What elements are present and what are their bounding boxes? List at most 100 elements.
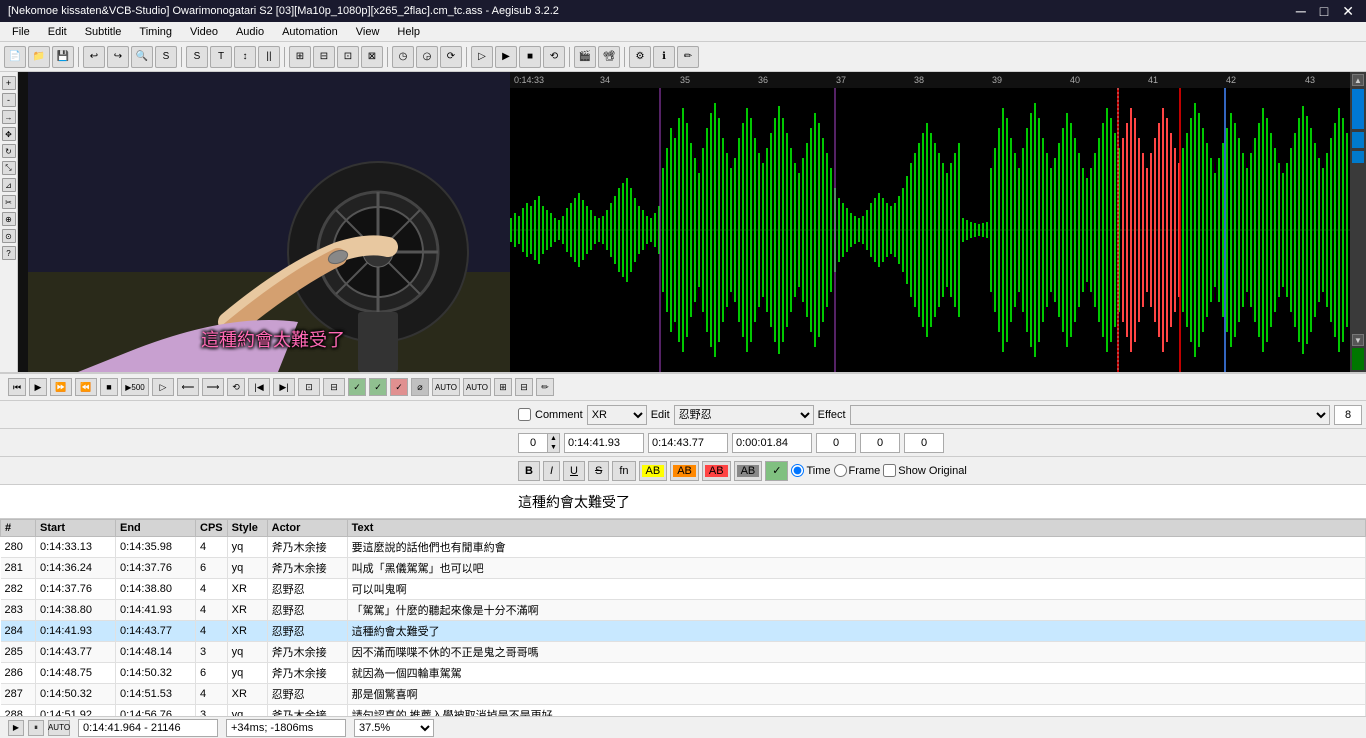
transport-seek-end[interactable]: ▶| (273, 378, 295, 396)
layer-input[interactable] (519, 434, 547, 452)
color4-button[interactable]: AB (734, 461, 763, 481)
toolbar-time1[interactable]: ◷ (392, 46, 414, 68)
toolbar-video2[interactable]: 📽 (598, 46, 620, 68)
transport-auto2[interactable]: AUTO (463, 378, 491, 396)
toolbar-save[interactable]: 💾 (52, 46, 74, 68)
transport-stop[interactable]: ■ (100, 378, 118, 396)
toolbar-new[interactable]: 📄 (4, 46, 26, 68)
toolbar-play1[interactable]: ▷ (471, 46, 493, 68)
tool-help[interactable]: ? (2, 246, 16, 260)
transport-zoom-sel[interactable]: ⊡ (298, 378, 320, 396)
margin-l[interactable] (816, 433, 856, 453)
actor-select[interactable]: 忍野忍 斧乃木余接 (674, 405, 814, 425)
close-button[interactable]: ✕ (1338, 3, 1358, 20)
effect-select[interactable] (850, 405, 1330, 425)
toolbar-play2[interactable]: ▶ (495, 46, 517, 68)
tool-arrow[interactable]: → (2, 110, 16, 124)
italic-button[interactable]: I (543, 461, 560, 481)
layer-dn[interactable]: ▼ (547, 443, 559, 452)
transport-commit3[interactable]: ✓ (390, 378, 408, 396)
menu-help[interactable]: Help (389, 24, 428, 40)
minimize-button[interactable]: ─ (1292, 3, 1310, 20)
table-row[interactable]: 2840:14:41.930:14:43.774XR忍野忍這種約會太難受了 (1, 621, 1366, 642)
transport-grid[interactable]: ⊞ (494, 378, 512, 396)
margin-r[interactable] (860, 433, 900, 453)
show-original-checkbox[interactable] (883, 464, 896, 477)
waveform-scroll-thumb2[interactable] (1352, 132, 1364, 148)
transport-loop[interactable]: ⟲ (227, 378, 245, 396)
toolbar-loop[interactable]: ⟲ (543, 46, 565, 68)
transport-commit[interactable]: ✓ (348, 378, 366, 396)
status-zoom-select[interactable]: 37.5% 50% 75% 100% (354, 719, 434, 737)
table-row[interactable]: 2800:14:33.130:14:35.984yq斧乃木余接要這麼說的話他們也… (1, 537, 1366, 558)
transport-play-end[interactable]: ⏪ (75, 378, 97, 396)
waveform-green-btn[interactable] (1352, 348, 1364, 370)
menu-view[interactable]: View (348, 24, 388, 40)
color2-button[interactable]: AB (670, 461, 699, 481)
tool-origin[interactable]: ⊕ (2, 212, 16, 226)
table-row[interactable]: 2810:14:36.240:14:37.766yq斧乃木余接叫成「黑儀駕駕」也… (1, 558, 1366, 579)
table-row[interactable]: 2860:14:48.750:14:50.326yq斧乃木余接就因為一個四輪車駕… (1, 663, 1366, 684)
transport-seek-start[interactable]: |◀ (248, 378, 270, 396)
menu-subtitle[interactable]: Subtitle (77, 24, 130, 40)
subtitle-table-wrapper[interactable]: # Start End CPS Style Actor Text 2800:14… (0, 519, 1366, 716)
toolbar-info[interactable]: ℹ (653, 46, 675, 68)
table-row[interactable]: 2880:14:51.920:14:56.763yq斧乃木余接請句認真的 推薦入… (1, 705, 1366, 717)
waveform-vscrollbar[interactable]: ▲ ▼ (1350, 72, 1366, 372)
color3-button[interactable]: AB (702, 461, 731, 481)
comment-checkbox[interactable] (518, 408, 531, 421)
toolbar-find[interactable]: 🔍 (131, 46, 153, 68)
tool-drag[interactable]: ✥ (2, 127, 16, 141)
toolbar-grid1[interactable]: ⊞ (289, 46, 311, 68)
toolbar-pencil[interactable]: ✏ (677, 46, 699, 68)
tool-scale[interactable]: ⤡ (2, 161, 16, 175)
transport-commit4[interactable]: ⌀ (411, 378, 429, 396)
table-row[interactable]: 2870:14:50.320:14:51.534XR忍野忍那是個驚喜啊 (1, 684, 1366, 705)
margin-v[interactable] (904, 433, 944, 453)
table-row[interactable]: 2830:14:38.800:14:41.934XR忍野忍「駕駕」什麼的聽起來像… (1, 600, 1366, 621)
strikethrough-button[interactable]: S (588, 461, 609, 481)
toolbar-open[interactable]: 📁 (28, 46, 50, 68)
effect-number[interactable] (1334, 405, 1362, 425)
toolbar-undo[interactable]: ↩ (83, 46, 105, 68)
transport-pencil[interactable]: ✏ (536, 378, 554, 396)
toolbar-settings[interactable]: ⚙ (629, 46, 651, 68)
bold-button[interactable]: B (518, 461, 540, 481)
tool-zoom-out[interactable]: - (2, 93, 16, 107)
toolbar-time3[interactable]: ⟳ (440, 46, 462, 68)
waveform-scroll-thumb3[interactable] (1352, 151, 1364, 163)
transport-play-500[interactable]: ▶500 (121, 378, 149, 396)
xr-select[interactable]: XR yq (587, 405, 647, 425)
toolbar-style2[interactable]: T (210, 46, 232, 68)
waveform-panel[interactable]: 0:14:33 34 35 36 37 38 39 40 41 42 43 44 (510, 72, 1366, 372)
status-offset-input[interactable] (226, 719, 346, 737)
toolbar-redo[interactable]: ↪ (107, 46, 129, 68)
menu-automation[interactable]: Automation (274, 24, 346, 40)
duration[interactable] (732, 433, 812, 453)
transport-step-fwd[interactable]: ⟶ (202, 378, 224, 396)
menu-video[interactable]: Video (182, 24, 226, 40)
toolbar-merge[interactable]: ⊠ (361, 46, 383, 68)
transport-split[interactable]: ⊟ (515, 378, 533, 396)
time-radio[interactable] (791, 464, 804, 477)
tool-rotate[interactable]: ↻ (2, 144, 16, 158)
transport-play-start[interactable]: ⏩ (50, 378, 72, 396)
tool-clip[interactable]: ✂ (2, 195, 16, 209)
table-row[interactable]: 2850:14:43.770:14:48.143yq斧乃木余接因不滿而喋喋不休的… (1, 642, 1366, 663)
font-code-button[interactable]: fn (612, 461, 635, 481)
table-row[interactable]: 2820:14:37.760:14:38.804XR忍野忍可以叫鬼啊 (1, 579, 1366, 600)
toolbar-stop[interactable]: ■ (519, 46, 541, 68)
status-play-btn[interactable]: ▶ (8, 720, 24, 736)
toolbar-video1[interactable]: 🎬 (574, 46, 596, 68)
layer-up[interactable]: ▲ (547, 434, 559, 443)
transport-play[interactable]: ▶ (29, 378, 47, 396)
text-content[interactable]: 這種約會太難受了 (518, 492, 1358, 512)
tool-zoom-in[interactable]: + (2, 76, 16, 90)
layer-spin[interactable]: ▲ ▼ (518, 433, 560, 453)
status-pause-btn[interactable]: ⏸ (28, 720, 44, 736)
transport-step-back[interactable]: ⟵ (177, 378, 199, 396)
frame-radio[interactable] (834, 464, 847, 477)
toolbar-split[interactable]: ⊡ (337, 46, 359, 68)
status-time-input[interactable] (78, 719, 218, 737)
underline-button[interactable]: U (563, 461, 585, 481)
